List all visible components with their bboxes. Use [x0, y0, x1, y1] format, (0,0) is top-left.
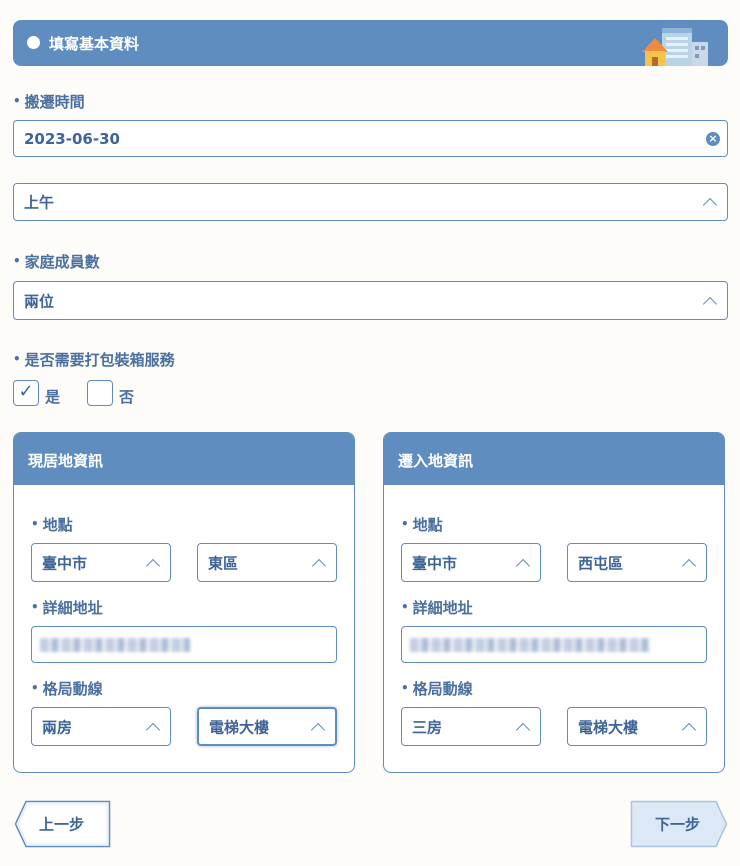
packing-yes-checkbox[interactable]: ✓ — [13, 380, 39, 406]
new-rooms-select[interactable]: 三房 — [401, 707, 541, 746]
chevron-up-icon — [515, 722, 531, 737]
chevron-up-icon — [702, 296, 718, 311]
family-members-select[interactable]: 兩位 — [13, 281, 728, 320]
current-residence-panel: 現居地資訊 地點 臺中市 東區 詳細地址 格局動線 兩房 電梯大樓 — [13, 432, 355, 773]
new-district-select[interactable]: 西屯區 — [567, 543, 707, 582]
current-address-input[interactable] — [31, 626, 337, 663]
new-city-select[interactable]: 臺中市 — [401, 543, 541, 582]
current-building-type-select[interactable]: 電梯大樓 — [197, 707, 337, 746]
next-step-button[interactable]: 下一步 — [630, 800, 728, 848]
current-district-select[interactable]: 東區 — [197, 543, 337, 582]
current-rooms-select[interactable]: 兩房 — [31, 707, 171, 746]
bullet-icon — [27, 36, 40, 49]
chevron-up-icon — [681, 722, 697, 737]
next-step-label: 下一步 — [655, 815, 701, 834]
current-building-type-value: 電梯大樓 — [209, 718, 270, 736]
time-period-value: 上午 — [24, 193, 55, 212]
current-city-select[interactable]: 臺中市 — [31, 543, 171, 582]
current-address-label: 詳細地址 — [31, 597, 103, 618]
new-building-type-select[interactable]: 電梯大樓 — [567, 707, 707, 746]
prev-step-button[interactable]: 上一步 — [14, 800, 111, 848]
redacted-address — [40, 637, 190, 652]
new-residence-title: 遷入地資訊 — [384, 433, 724, 485]
new-city-value: 臺中市 — [412, 554, 458, 572]
current-rooms-value: 兩房 — [42, 718, 73, 736]
moving-date-value: 2023-06-30 — [24, 129, 120, 148]
clear-icon[interactable]: × — [706, 131, 720, 146]
chevron-up-icon — [311, 558, 327, 573]
prev-step-label: 上一步 — [39, 815, 85, 834]
section-header: 填寫基本資料 — [13, 20, 728, 66]
building-illustration-icon — [642, 28, 708, 66]
packing-service-label: 是否需要打包裝箱服務 — [13, 349, 175, 370]
chevron-up-icon — [145, 722, 161, 737]
moving-time-label: 搬遷時間 — [13, 91, 85, 112]
current-city-value: 臺中市 — [42, 554, 88, 572]
section-title: 填寫基本資料 — [49, 35, 140, 53]
chevron-up-icon — [310, 722, 326, 737]
packing-yes-label: 是 — [45, 388, 61, 406]
new-residence-panel: 遷入地資訊 地點 臺中市 西屯區 詳細地址 格局動線 三房 電梯大樓 — [383, 432, 725, 773]
family-members-label: 家庭成員數 — [13, 251, 100, 272]
current-layout-label: 格局動線 — [31, 678, 103, 699]
chevron-up-icon — [702, 197, 718, 213]
new-address-input[interactable] — [401, 626, 707, 663]
moving-date-input[interactable]: 2023-06-30 × — [13, 120, 728, 157]
packing-no-label: 否 — [119, 388, 135, 406]
new-district-value: 西屯區 — [578, 554, 624, 572]
family-members-value: 兩位 — [24, 292, 55, 310]
new-address-label: 詳細地址 — [401, 597, 473, 618]
new-layout-label: 格局動線 — [401, 678, 473, 699]
chevron-up-icon — [145, 558, 161, 573]
current-district-value: 東區 — [208, 554, 239, 572]
new-building-type-value: 電梯大樓 — [578, 718, 639, 736]
current-residence-title: 現居地資訊 — [14, 433, 354, 485]
chevron-up-icon — [681, 558, 697, 573]
packing-no-checkbox[interactable] — [87, 380, 113, 406]
redacted-address — [410, 637, 650, 652]
time-period-select[interactable]: 上午 — [13, 183, 728, 221]
new-location-label: 地點 — [401, 514, 443, 535]
current-location-label: 地點 — [31, 514, 73, 535]
chevron-up-icon — [515, 558, 531, 573]
new-rooms-value: 三房 — [412, 718, 443, 736]
